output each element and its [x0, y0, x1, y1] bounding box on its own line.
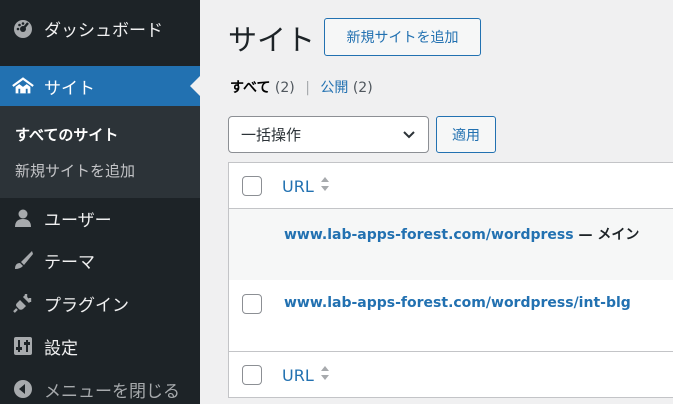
row-checkbox[interactable]	[242, 294, 262, 314]
filter-public-count: (2)	[352, 80, 373, 96]
site-url-link[interactable]: www.lab-apps-forest.com/wordpress — メイン	[284, 224, 639, 244]
admin-sidebar: ダッシュボード サイト すべてのサイト 新規サイトを追加 ユーザー テーマ プラ…	[0, 0, 200, 404]
table-header-row: URL	[229, 163, 673, 209]
table-row: www.lab-apps-forest.com/wordpress/int-bl…	[229, 280, 673, 352]
url-column-label: URL	[282, 365, 314, 385]
table-row: www.lab-apps-forest.com/wordpress — メイン	[229, 209, 673, 280]
submenu-all-sites[interactable]: すべてのサイト	[15, 124, 118, 145]
submenu-add-new-site[interactable]: 新規サイトを追加	[15, 160, 135, 181]
sidebar-item-label: 設定	[44, 338, 78, 359]
filter-separator: |	[305, 80, 310, 96]
plugin-icon	[11, 291, 35, 315]
select-all-checkbox-footer[interactable]	[242, 365, 262, 385]
settings-sliders-icon	[11, 334, 35, 358]
collapse-menu-button[interactable]: メニューを閉じる	[0, 369, 200, 404]
main-site-label: — メイン	[573, 227, 640, 243]
table-footer-row: URL	[229, 352, 673, 398]
dashboard-gauge-icon	[11, 16, 35, 40]
add-new-site-button[interactable]: 新規サイトを追加	[324, 18, 481, 56]
sites-table: URL www.lab-apps-forest.com/wordpress — …	[228, 162, 673, 398]
user-icon	[11, 206, 35, 230]
site-url-link[interactable]: www.lab-apps-forest.com/wordpress/int-bl…	[284, 295, 631, 311]
apply-button[interactable]: 適用	[436, 116, 496, 153]
select-all-checkbox[interactable]	[242, 176, 262, 196]
url-column-label: URL	[282, 176, 314, 196]
sites-house-icon	[11, 74, 35, 98]
site-url: www.lab-apps-forest.com/wordpress	[284, 227, 574, 243]
bulk-actions-value: 一括操作	[241, 126, 302, 144]
sidebar-item-label: サイト	[44, 78, 95, 99]
sidebar-item-dashboard[interactable]: ダッシュボード	[0, 8, 200, 48]
site-url: www.lab-apps-forest.com/wordpress/int-bl…	[284, 295, 631, 311]
sidebar-item-label: ダッシュボード	[44, 20, 163, 41]
sidebar-item-label: メニューを閉じる	[44, 381, 180, 402]
sites-submenu: すべてのサイト 新規サイトを追加	[0, 106, 200, 198]
sidebar-item-label: テーマ	[44, 252, 95, 273]
page-title: サイト	[228, 23, 316, 57]
sidebar-item-label: ユーザー	[44, 210, 112, 231]
url-column-footer[interactable]: URL	[282, 364, 330, 386]
sidebar-item-label: プラグイン	[44, 295, 129, 316]
sort-arrows-icon	[320, 175, 330, 197]
sidebar-item-sites[interactable]: サイト	[0, 66, 200, 106]
sidebar-item-themes[interactable]: テーマ	[0, 240, 200, 280]
bulk-actions-select[interactable]: 一括操作	[228, 116, 429, 153]
paintbrush-icon	[11, 248, 35, 272]
filter-public[interactable]: 公開	[320, 80, 348, 96]
sort-arrows-icon	[320, 364, 330, 386]
filter-all[interactable]: すべて	[230, 80, 270, 96]
url-column-header[interactable]: URL	[282, 175, 330, 197]
status-filters: すべて (2) | 公開 (2)	[230, 77, 373, 97]
collapse-arrow-icon	[11, 377, 35, 401]
filter-all-count: (2)	[274, 80, 295, 96]
chevron-down-icon	[402, 128, 416, 146]
sidebar-item-plugins[interactable]: プラグイン	[0, 283, 200, 323]
sidebar-item-settings[interactable]: 設定	[0, 326, 200, 366]
sidebar-item-users[interactable]: ユーザー	[0, 198, 200, 238]
